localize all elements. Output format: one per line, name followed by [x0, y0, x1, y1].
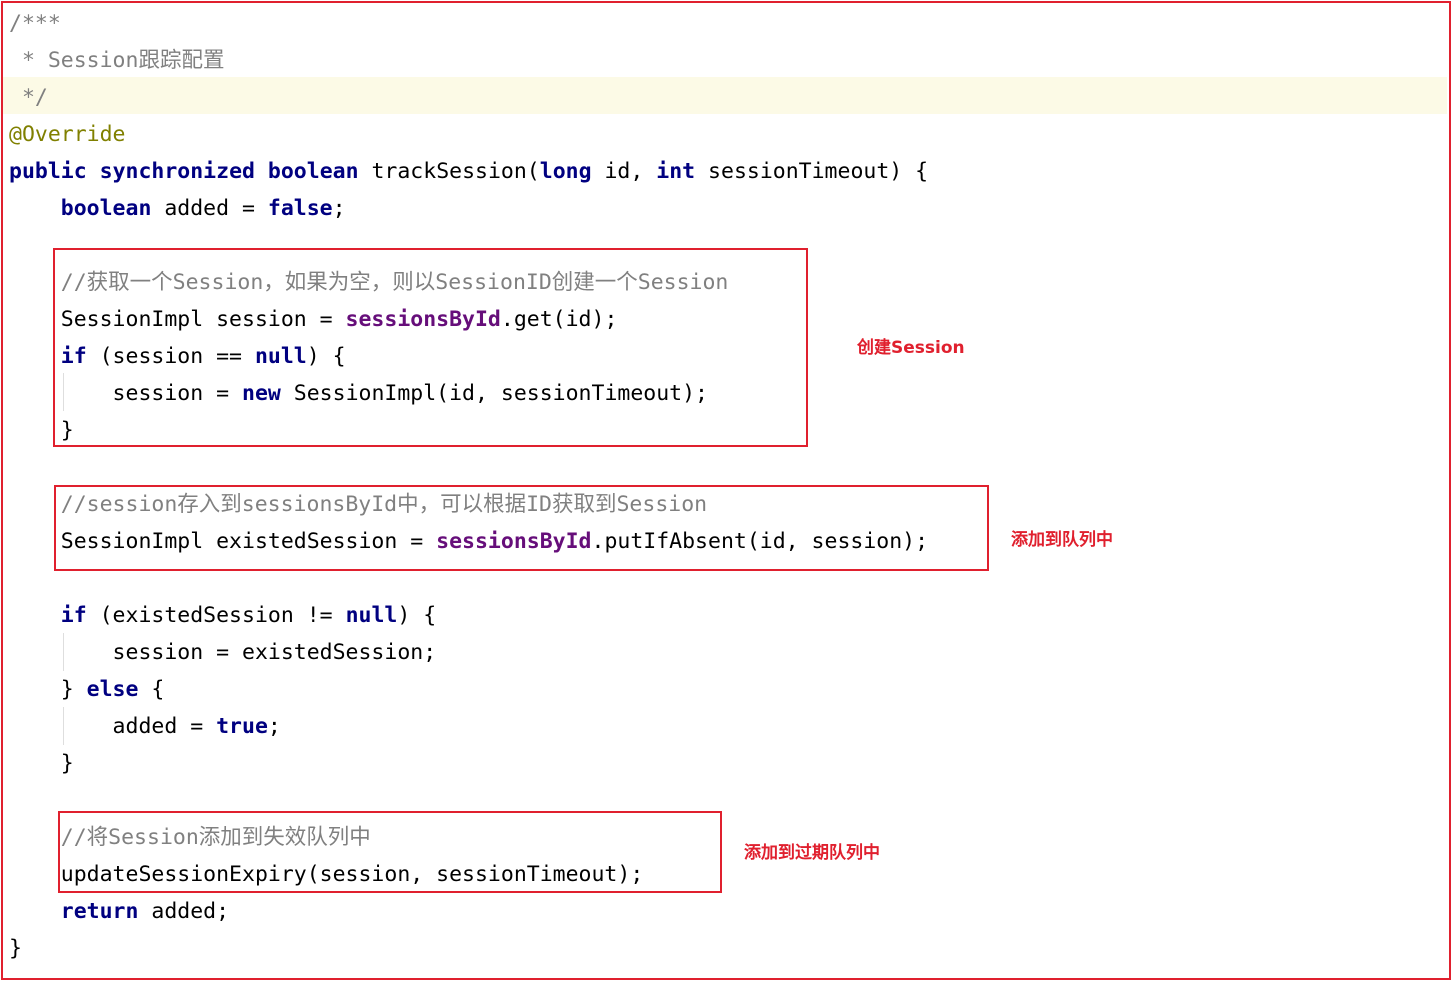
annotation-create-session: 创建Session	[857, 338, 965, 358]
code-line: //将Session添加到失效队列中	[9, 819, 371, 856]
code-token-comment: //将Session添加到失效队列中	[9, 825, 371, 850]
code-line: //session存入到sessionsById中，可以根据ID获取到Sessi…	[9, 486, 707, 523]
code-line: SessionImpl session = sessionsById.get(i…	[9, 301, 618, 338]
code-token-plain: ) {	[397, 603, 437, 628]
code-token-plain: id,	[591, 159, 657, 184]
code-line: @Override	[9, 116, 126, 153]
code-token-kw: null	[254, 344, 307, 369]
code-token-kw: true	[216, 714, 268, 739]
code-line: */	[9, 79, 48, 116]
code-line: /***	[9, 5, 61, 42]
code-token-kw: public	[9, 159, 87, 184]
code-line: session = new SessionImpl(id, sessionTim…	[9, 375, 708, 412]
code-token-plain: (existedSession !=	[86, 603, 346, 628]
code-line: }	[9, 930, 22, 967]
code-token-plain: sessionTimeout) {	[695, 159, 929, 184]
code-token-kw: return	[60, 899, 139, 924]
code-line: public synchronized boolean trackSession…	[9, 153, 928, 190]
code-token-kw: false	[267, 196, 333, 221]
code-token-kw: boolean	[60, 196, 152, 221]
code-token-plain: added;	[138, 899, 230, 924]
screenshot-frame: /*** * Session跟踪配置 */ @Override public syn…	[1, 1, 1451, 980]
code-token-plain: SessionImpl session =	[9, 307, 346, 332]
code-token-kw: null	[345, 603, 398, 628]
code-token-field: sessionsById	[436, 529, 592, 554]
code-token-plain: ) {	[306, 344, 346, 369]
code-token-comment: //获取一个Session，如果为空，则以SessionID创建一个Sessio…	[9, 270, 729, 295]
code-token-annotation: @Override	[9, 122, 126, 147]
annotation-add-to-queue: 添加到队列中	[1011, 530, 1113, 550]
code-token-plain: SessionImpl existedSession =	[9, 529, 437, 554]
code-token-plain: .get(id);	[500, 307, 618, 332]
code-line: boolean added = false;	[9, 190, 346, 227]
code-token-plain: }	[9, 677, 87, 702]
code-token-plain: updateSessionExpiry(session, sessionTime…	[9, 862, 644, 887]
code-token-plain: added =	[9, 714, 217, 739]
code-token-plain: session = existedSession;	[9, 640, 437, 665]
current-line-highlight	[3, 77, 1447, 114]
code-token-plain: session =	[9, 381, 242, 406]
code-token-kw: synchronized	[99, 159, 255, 184]
code-line: } else {	[9, 671, 165, 708]
code-line: return added;	[9, 893, 229, 930]
code-line: * Session跟踪配置	[9, 42, 225, 79]
code-token-plain: (session ==	[86, 344, 255, 369]
code-token-comment: //session存入到sessionsById中，可以根据ID获取到Sessi…	[9, 492, 708, 517]
code-token-kw: new	[242, 381, 281, 406]
code-token-kw: long	[539, 159, 592, 184]
code-token-plain: }	[9, 418, 74, 443]
code-token-plain: }	[9, 751, 74, 776]
code-editor[interactable]: /*** * Session跟踪配置 */ @Override public syn…	[3, 3, 1449, 978]
code-token-plain: ;	[332, 196, 346, 221]
code-token-plain: added =	[151, 196, 268, 221]
code-line: if (existedSession != null) {	[9, 597, 436, 634]
code-token-comment: /***	[9, 11, 61, 36]
code-token-kw: int	[656, 159, 696, 184]
code-line: //获取一个Session，如果为空，则以SessionID创建一个Sessio…	[9, 264, 729, 301]
code-token-comment: * Session跟踪配置	[9, 48, 225, 73]
code-token-plain: }	[9, 936, 22, 961]
code-token-comment: */	[9, 85, 48, 110]
code-line: updateSessionExpiry(session, sessionTime…	[9, 856, 644, 893]
code-token-plain: .putIfAbsent(id, session);	[591, 529, 929, 554]
code-line: session = existedSession;	[9, 634, 437, 671]
code-line: if (session == null) {	[9, 338, 346, 375]
code-token-plain: trackSession(	[358, 159, 540, 184]
annotation-add-to-expiry-queue: 添加到过期队列中	[744, 843, 880, 863]
code-line: SessionImpl existedSession = sessionsByI…	[9, 523, 928, 560]
code-token-kw: else	[86, 677, 139, 702]
code-token-kw: boolean	[267, 159, 359, 184]
code-token-plain: {	[138, 677, 165, 702]
code-token-plain: SessionImpl(id, sessionTimeout);	[280, 381, 708, 406]
code-line: added = true;	[9, 708, 281, 745]
code-token-kw: if	[60, 603, 87, 628]
code-token-field: sessionsById	[345, 307, 501, 332]
code-token-kw: if	[60, 344, 87, 369]
code-token-plain: ;	[267, 714, 281, 739]
code-line: }	[9, 745, 74, 782]
code-line: }	[9, 412, 74, 449]
